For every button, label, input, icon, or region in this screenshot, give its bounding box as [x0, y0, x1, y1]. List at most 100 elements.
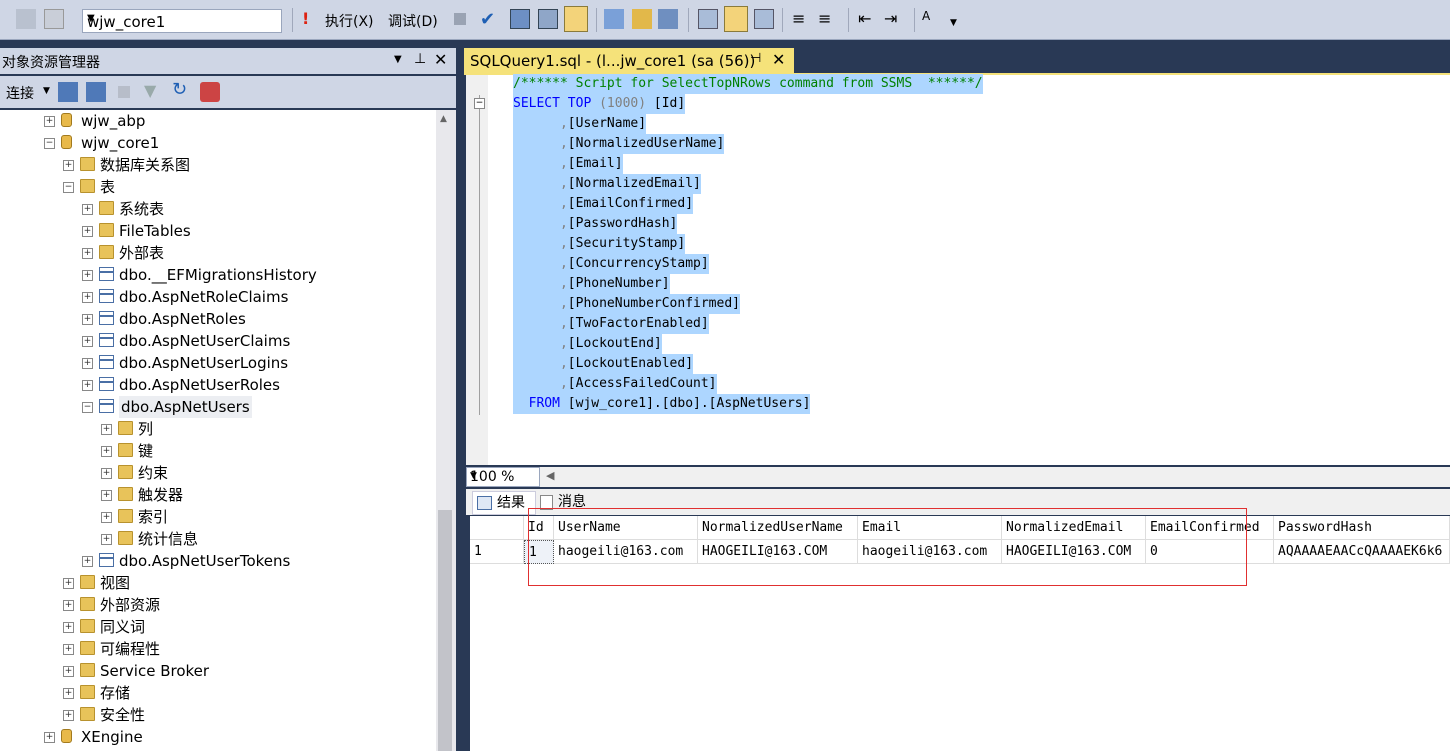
tree-node[interactable]: + dbo.AspNetUserTokens: [0, 550, 436, 572]
tree-node[interactable]: + dbo.AspNetUserLogins: [0, 352, 436, 374]
expand-icon[interactable]: +: [101, 446, 112, 457]
expand-icon[interactable]: +: [82, 270, 93, 281]
tree-node[interactable]: + 同义词: [0, 616, 436, 638]
tab-results[interactable]: 结果: [472, 491, 536, 515]
stop-icon[interactable]: [118, 86, 130, 98]
tree-node[interactable]: + dbo.AspNetUserRoles: [0, 374, 436, 396]
expand-icon[interactable]: +: [82, 204, 93, 215]
comment-icon[interactable]: ≡: [792, 9, 812, 29]
filter-icon[interactable]: ▼: [144, 81, 156, 100]
disconnect-icon[interactable]: [44, 9, 64, 29]
expand-icon[interactable]: +: [82, 248, 93, 259]
tree-node[interactable]: + 可编程性: [0, 638, 436, 660]
debug-button[interactable]: 调试(D): [388, 11, 438, 31]
tree-node[interactable]: − wjw_core1: [0, 132, 436, 154]
tree-node[interactable]: + 外部表: [0, 242, 436, 264]
collapse-icon[interactable]: −: [474, 98, 485, 109]
pin-icon[interactable]: ⊣: [750, 51, 761, 66]
live-stats-icon[interactable]: [632, 9, 652, 29]
zoom-selector[interactable]: 100 % ▼: [466, 467, 540, 487]
tree-node[interactable]: + XEngine: [0, 726, 436, 748]
parse-checkmark-icon[interactable]: ✔: [480, 9, 500, 30]
pin-icon[interactable]: ⊥: [414, 51, 426, 67]
expand-icon[interactable]: +: [44, 116, 55, 127]
client-stats-icon[interactable]: [658, 9, 678, 29]
expand-icon[interactable]: +: [101, 534, 112, 545]
tree-node[interactable]: − 表: [0, 176, 436, 198]
expand-icon[interactable]: +: [101, 424, 112, 435]
tree-node[interactable]: + 外部资源: [0, 594, 436, 616]
tree-node[interactable]: + dbo.AspNetRoleClaims: [0, 286, 436, 308]
chevron-down-icon[interactable]: ▼: [43, 86, 50, 96]
expand-icon[interactable]: +: [82, 336, 93, 347]
connect-object-icon[interactable]: [16, 9, 36, 29]
expand-icon[interactable]: +: [82, 358, 93, 369]
tree-node[interactable]: + 视图: [0, 572, 436, 594]
collapse-icon[interactable]: −: [44, 138, 55, 149]
expand-icon[interactable]: +: [63, 710, 74, 721]
query-design-icon[interactable]: [510, 9, 530, 29]
tree-node[interactable]: + 触发器: [0, 484, 436, 506]
expand-icon[interactable]: +: [63, 644, 74, 655]
execute-button[interactable]: 执行(X): [325, 11, 374, 31]
tree-node[interactable]: + 系统表: [0, 198, 436, 220]
tree-scrollbar[interactable]: ▲: [436, 110, 456, 751]
results-grid-icon[interactable]: [724, 6, 748, 32]
expand-icon[interactable]: +: [82, 292, 93, 303]
decrease-indent-icon[interactable]: ⇤: [858, 9, 878, 29]
results-to-file-icon[interactable]: [754, 9, 774, 29]
activity-monitor-icon[interactable]: [200, 82, 220, 102]
disconnect-icon[interactable]: [86, 82, 106, 102]
connect-icon[interactable]: [58, 82, 78, 102]
results-to-text-icon[interactable]: [698, 9, 718, 29]
expand-icon[interactable]: +: [82, 556, 93, 567]
expand-icon[interactable]: +: [63, 600, 74, 611]
expand-icon[interactable]: +: [101, 468, 112, 479]
expand-icon[interactable]: +: [101, 512, 112, 523]
specify-values-icon[interactable]: A: [922, 9, 942, 29]
expand-icon[interactable]: +: [82, 226, 93, 237]
tree-node[interactable]: + 列: [0, 418, 436, 440]
grid-column-header[interactable]: PasswordHash: [1274, 516, 1450, 540]
scrollbar-thumb[interactable]: [438, 510, 452, 751]
tree-node[interactable]: + dbo.AspNetUserClaims: [0, 330, 436, 352]
tree-node[interactable]: + 存储: [0, 682, 436, 704]
expand-icon[interactable]: +: [101, 490, 112, 501]
tree-node[interactable]: + dbo.AspNetRoles: [0, 308, 436, 330]
tree-node[interactable]: + 键: [0, 440, 436, 462]
database-selector[interactable]: wjw_core1 ▼: [82, 9, 282, 33]
grid-cell[interactable]: AQAAAAEAACcQAAAAEK6k6: [1274, 540, 1450, 564]
tree-node[interactable]: + FileTables: [0, 220, 436, 242]
tree-node[interactable]: + wjw_abp: [0, 110, 436, 132]
tree-node[interactable]: + 安全性: [0, 704, 436, 726]
scroll-up-icon[interactable]: ▲: [440, 114, 447, 124]
tree-node[interactable]: + Service Broker: [0, 660, 436, 682]
expand-icon[interactable]: +: [63, 666, 74, 677]
tree-node[interactable]: + 约束: [0, 462, 436, 484]
stop-icon[interactable]: [454, 13, 466, 25]
expand-icon[interactable]: +: [63, 622, 74, 633]
expand-icon[interactable]: +: [82, 314, 93, 325]
uncomment-icon[interactable]: ≡: [818, 9, 838, 29]
editor-horizontal-scrollbar[interactable]: ◀: [540, 467, 1450, 487]
grid-column-header[interactable]: [470, 516, 524, 540]
tree-node[interactable]: + dbo.__EFMigrationsHistory: [0, 264, 436, 286]
expand-icon[interactable]: +: [44, 732, 55, 743]
close-icon[interactable]: ✕: [434, 50, 447, 69]
expand-icon[interactable]: +: [63, 688, 74, 699]
toolbar-overflow-icon[interactable]: ▼: [950, 18, 958, 38]
estimated-plan-icon[interactable]: [538, 9, 558, 29]
scroll-left-icon[interactable]: ◀: [546, 469, 554, 482]
connect-button[interactable]: 连接: [6, 83, 34, 103]
grid-row-number[interactable]: 1: [470, 540, 524, 564]
tree-node[interactable]: + 数据库关系图: [0, 154, 436, 176]
increase-indent-icon[interactable]: ⇥: [884, 9, 904, 29]
collapse-icon[interactable]: −: [63, 182, 74, 193]
expand-icon[interactable]: +: [63, 160, 74, 171]
results-to-grid-icon[interactable]: [564, 6, 588, 32]
close-tab-icon[interactable]: ✕: [772, 50, 785, 69]
tab-sqlquery1[interactable]: SQLQuery1.sql - (l...jw_core1 (sa (56)) …: [464, 48, 794, 73]
expand-icon[interactable]: +: [82, 380, 93, 391]
tree-node[interactable]: − dbo.AspNetUsers: [0, 396, 436, 418]
dropdown-arrow-icon[interactable]: ▼: [394, 54, 402, 65]
